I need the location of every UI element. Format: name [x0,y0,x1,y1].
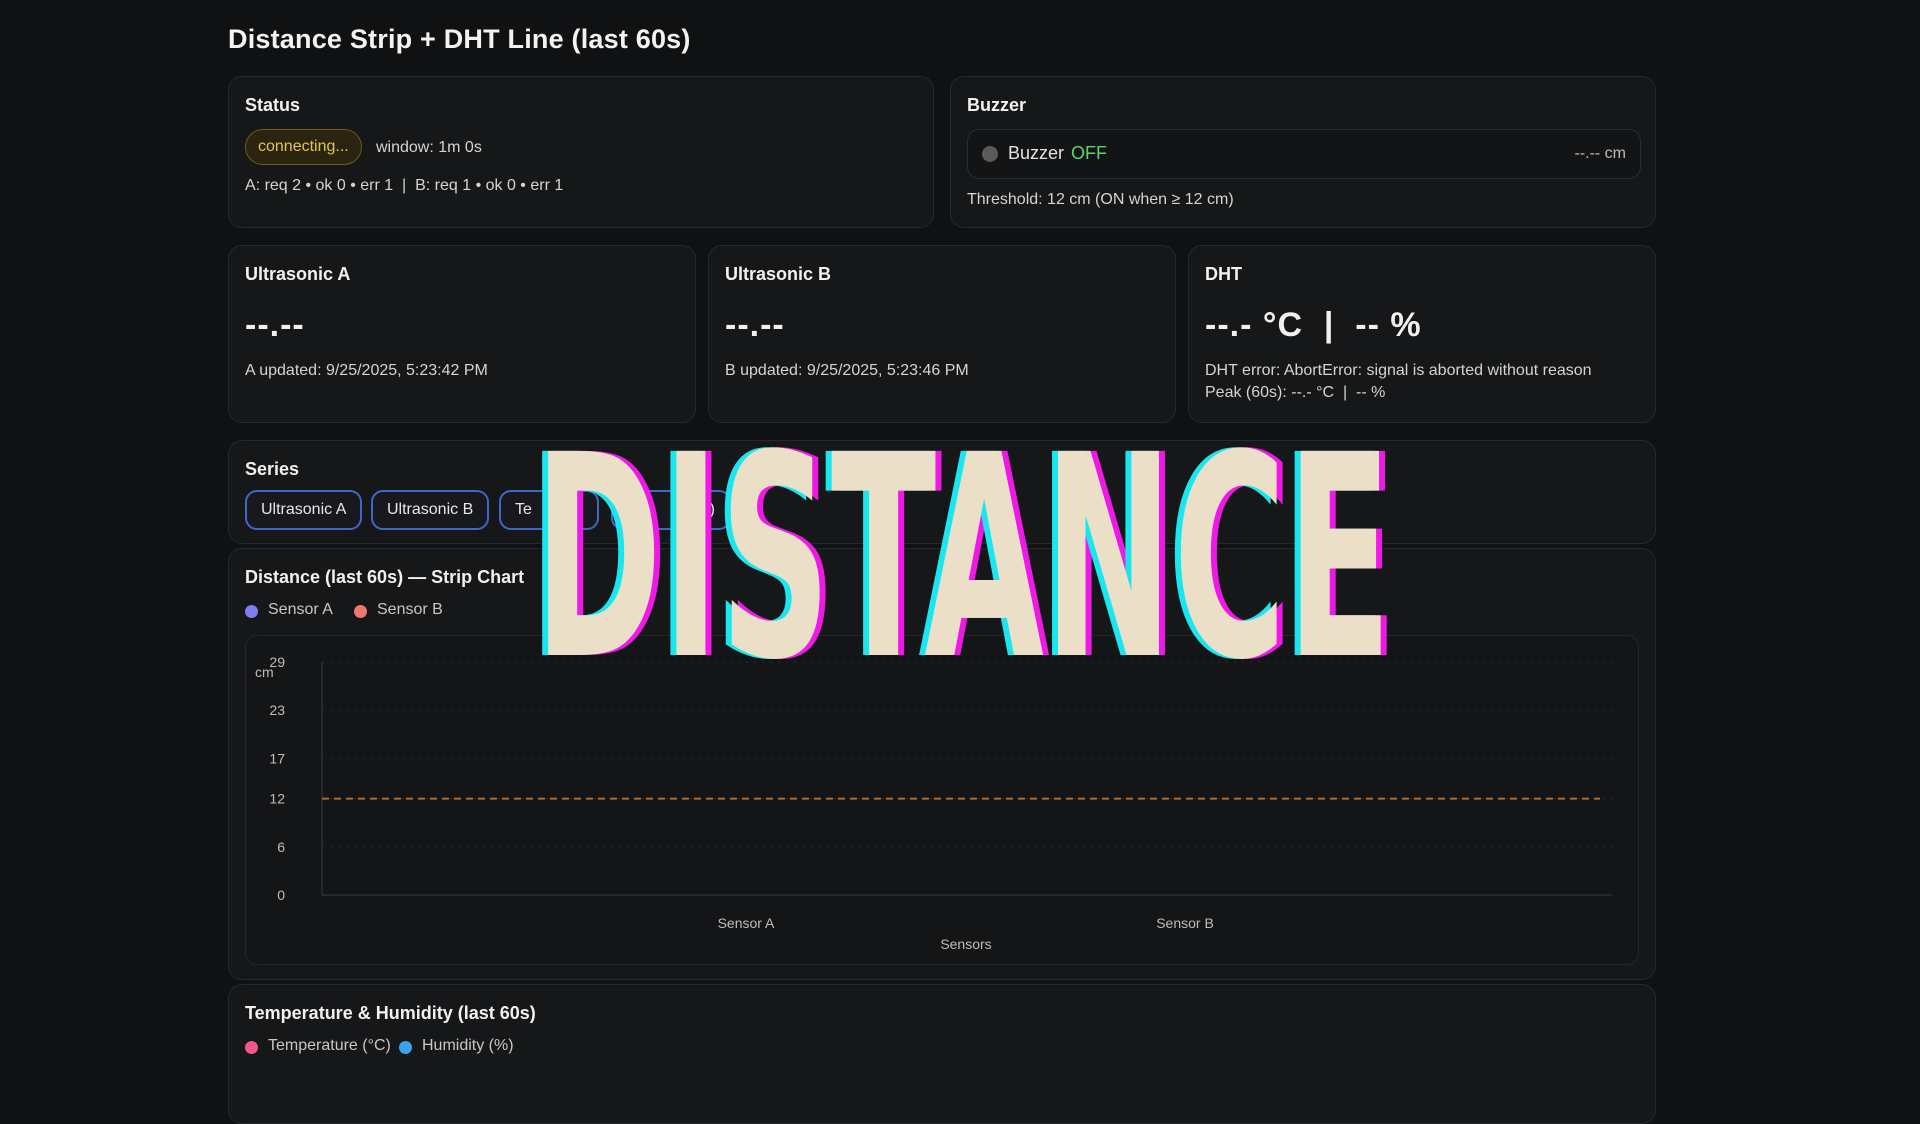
series-title: Series [245,459,300,479]
distance-chart-svg: 0612172329cmSensor A Sensor BSensors [255,654,1612,952]
legend-temperature-swatch [245,1041,258,1054]
buzzer-card: Buzzer Buzzer OFF --.-- cm Threshold: 12… [950,76,1656,228]
window-label: window: 1m 0s [376,139,482,156]
y-tick-label: 0 [277,887,285,903]
legend-sensor-b-label: Sensor B [377,601,443,618]
temp-humidity-title: Temperature & Humidity (last 60s) [245,1003,536,1023]
dht-title: DHT [1205,264,1242,284]
y-axis-label: cm [255,664,274,680]
request-counters: A: req 2 • ok 0 • err 1 | B: req 1 • ok … [245,177,564,194]
ultrasonic-a-updated: A updated: 9/25/2025, 5:23:42 PM [245,362,488,379]
legend-temperature-label: Temperature (°C) [268,1037,391,1054]
ultrasonic-a-value: --.-- [245,306,305,344]
legend-sensor-b[interactable]: Sensor B [354,601,443,619]
dht-peak: Peak (60s): --.- °C | -- % [1205,384,1386,401]
status-title: Status [245,95,301,115]
legend-sensor-a-swatch [245,605,258,618]
y-tick-label: 6 [277,839,285,855]
connection-status-badge: connecting... [245,129,362,165]
dht-value: --.- °C | -- % [1205,306,1422,344]
status-card: Status connecting... window: 1m 0s A: re… [228,76,934,228]
ultrasonic-b-card: Ultrasonic B --.-- B updated: 9/25/2025,… [708,245,1176,423]
x-axis-label: Sensors [940,936,991,952]
buzzer-status-box: Buzzer OFF --.-- cm [967,129,1641,179]
y-tick-label: 17 [269,750,285,766]
dht-error: DHT error: AbortError: signal is aborted… [1205,362,1592,379]
dht-card: DHT --.- °C | -- % DHT error: AbortError… [1188,245,1656,423]
buzzer-distance: --.-- cm [1574,145,1626,162]
legend-temperature[interactable]: Temperature (°C) [245,1037,391,1055]
x-tick-label: Sensor A [718,915,775,931]
buzzer-label: Buzzer [1008,143,1065,163]
temp-humidity-card: Temperature & Humidity (last 60s) Temper… [228,984,1656,1124]
distance-chart-card: Distance (last 60s) — Strip Chart Sensor… [228,548,1656,980]
series-toggle-ultrasonic-b[interactable]: Ultrasonic B [371,490,490,530]
legend-humidity-label: Humidity (%) [422,1037,514,1054]
page-title: Distance Strip + DHT Line (last 60s) [228,24,691,54]
legend-sensor-a-label: Sensor A [268,601,333,618]
series-toggle-temperature[interactable]: Te [499,490,599,530]
series-toggle-ultrasonic-a[interactable]: Ultrasonic A [245,490,363,530]
series-toggle-humidity[interactable]: %) [611,490,731,530]
distance-chart-title: Distance (last 60s) — Strip Chart [245,567,525,587]
buzzer-threshold: Threshold: 12 cm (ON when ≥ 12 cm) [967,191,1234,208]
legend-humidity[interactable]: Humidity (%) [399,1037,514,1055]
ultrasonic-b-updated: B updated: 9/25/2025, 5:23:46 PM [725,362,969,379]
buzzer-title: Buzzer [967,95,1027,115]
buzzer-state: OFF [1071,143,1107,163]
y-tick-label: 12 [269,791,285,807]
legend-humidity-swatch [399,1041,412,1054]
ultrasonic-b-title: Ultrasonic B [725,264,832,284]
distance-chart-area[interactable]: 0 6 12 17 23 29 cm Sensor A Sensor B Sensors [245,635,1639,965]
ultrasonic-a-title: Ultrasonic A [245,264,351,284]
legend-sensor-a[interactable]: Sensor A [245,601,333,619]
legend-sensor-b-swatch [354,605,367,618]
x-tick-label: Sensor B [1156,915,1214,931]
ultrasonic-a-card: Ultrasonic A --.-- A updated: 9/25/2025,… [228,245,696,423]
series-card: Series Ultrasonic A Ultrasonic B Te %) [228,440,1656,544]
buzzer-indicator-icon [982,146,998,162]
y-tick-label: 23 [269,702,285,718]
ultrasonic-b-value: --.-- [725,306,785,344]
